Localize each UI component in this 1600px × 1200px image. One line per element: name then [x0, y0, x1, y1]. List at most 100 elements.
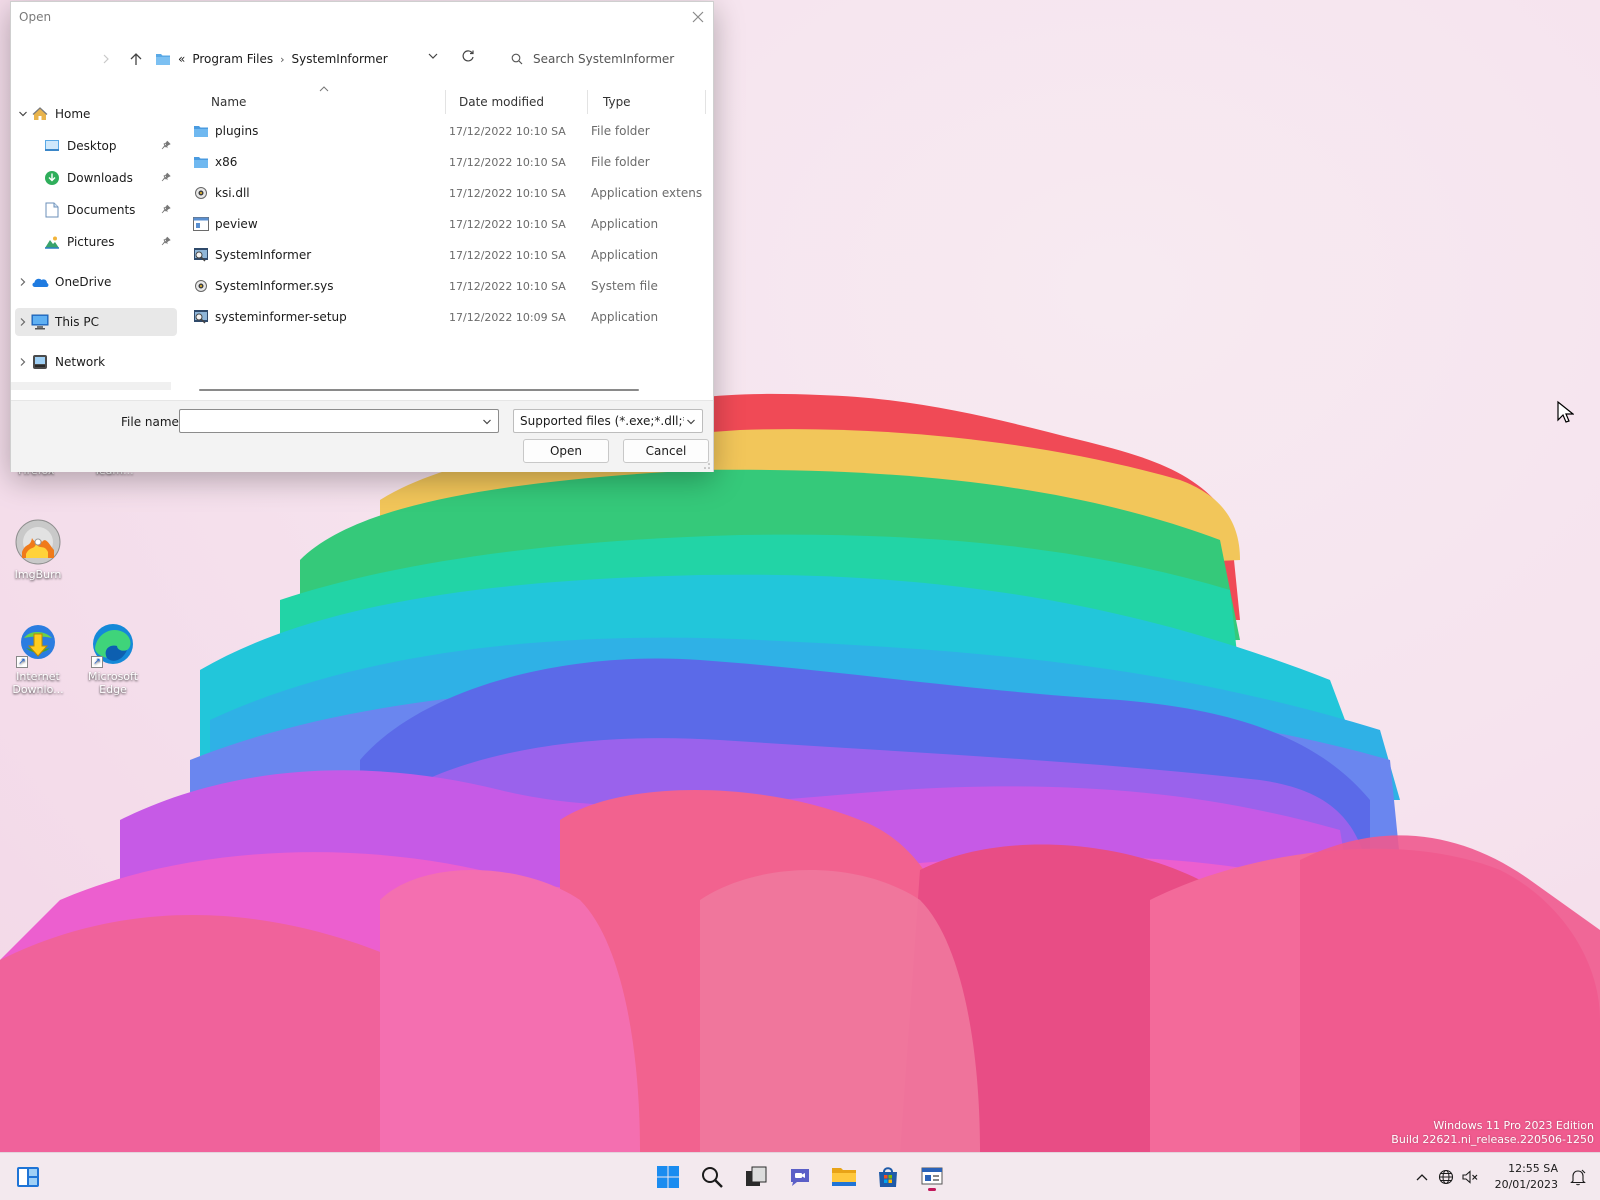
refresh-button[interactable] [461, 49, 475, 66]
file-explorer-icon [832, 1168, 856, 1186]
app-window-icon [193, 216, 209, 232]
file-row-plugins[interactable]: plugins 17/12/2022 10:10 SA File folder [183, 116, 703, 146]
running-indicator [928, 1188, 936, 1191]
column-header-type[interactable]: Type [603, 92, 631, 112]
chevron-up-icon [1416, 1174, 1428, 1181]
nav-item-documents[interactable]: Documents [15, 196, 177, 224]
horizontal-scrollbar[interactable] [199, 389, 639, 391]
nav-item-this-pc[interactable]: This PC [15, 308, 177, 336]
navigation-bar: « Program Files › SystemInformer [11, 42, 713, 76]
breadcrumb-systeminformer[interactable]: SystemInformer [292, 52, 388, 66]
file-name-combobox[interactable] [179, 409, 499, 433]
start-button[interactable] [652, 1161, 684, 1193]
search-icon [511, 53, 523, 65]
address-bar[interactable]: « Program Files › SystemInformer [155, 44, 453, 74]
file-row-systeminformer-sys[interactable]: SystemInformer.sys 17/12/2022 10:10 SA S… [183, 271, 703, 301]
chevron-right-icon[interactable] [15, 357, 31, 367]
microsoft-store-button[interactable] [872, 1161, 904, 1193]
nav-item-label: Network [55, 355, 106, 369]
chevron-down-icon [428, 53, 438, 59]
taskbar-clock[interactable]: 12:55 SA 20/01/2023 [1495, 1161, 1558, 1193]
system-informer-taskbar-button[interactable] [916, 1161, 948, 1193]
search-box[interactable] [511, 44, 707, 74]
home-icon [31, 105, 49, 123]
file-name: systeminformer-setup [215, 310, 347, 324]
taskbar-search-button[interactable] [696, 1161, 728, 1193]
nav-item-pictures[interactable]: Pictures [15, 228, 177, 256]
file-type-filter-value: Supported files (*.exe;*.dll;*.com [520, 414, 684, 428]
nav-item-onedrive[interactable]: OneDrive [15, 268, 177, 296]
file-type: Application [591, 248, 659, 262]
file-type: Application [591, 217, 659, 231]
system-informer-icon [921, 1167, 943, 1185]
chat-button[interactable] [784, 1161, 816, 1193]
open-button[interactable]: Open [523, 439, 609, 463]
column-divider[interactable] [587, 90, 588, 114]
chevron-down-icon [687, 419, 695, 425]
pin-icon[interactable] [161, 140, 171, 150]
file-row-systeminformer[interactable]: SystemInformer 17/12/2022 10:10 SA Appli… [183, 240, 703, 270]
file-row-systeminformer-setup[interactable]: systeminformer-setup 17/12/2022 10:09 SA… [183, 302, 703, 332]
file-row-x86[interactable]: x86 17/12/2022 10:10 SA File folder [183, 147, 703, 177]
nav-item-desktop[interactable]: Desktop [15, 132, 177, 160]
file-date: 17/12/2022 10:10 SA [449, 279, 566, 293]
sys-gear-icon [193, 278, 209, 294]
task-view-icon [746, 1166, 767, 1186]
desktop-icon-microsoft-edge[interactable]: ↗ Microsoft Edge [77, 620, 149, 696]
system-tray [1410, 1153, 1482, 1200]
forward-button[interactable] [95, 48, 117, 70]
nav-item-label: OneDrive [55, 275, 112, 289]
dialog-titlebar[interactable]: Open [11, 2, 713, 32]
address-history-dropdown[interactable] [427, 50, 439, 65]
breadcrumb-program-files[interactable]: Program Files [192, 52, 273, 66]
column-header-name[interactable]: Name [211, 92, 246, 112]
sort-ascending-icon [319, 86, 329, 92]
pin-icon[interactable] [161, 172, 171, 182]
address-overflow[interactable]: « [178, 52, 185, 66]
nav-item-home[interactable]: Home [15, 100, 177, 128]
widgets-button[interactable] [12, 1161, 44, 1193]
desktop-icon-imgburn[interactable]: ImgBurn [2, 518, 74, 581]
nav-item-label: Desktop [67, 139, 117, 153]
network-status-button[interactable] [1434, 1161, 1458, 1193]
resize-grip-icon[interactable] [702, 461, 710, 469]
chevron-down-icon[interactable] [15, 109, 31, 119]
column-divider[interactable] [445, 90, 446, 114]
watermark-edition: Windows 11 Pro 2023 Edition [1433, 1119, 1594, 1132]
pin-icon[interactable] [161, 204, 171, 214]
file-row-ksi-dll[interactable]: ksi.dll 17/12/2022 10:10 SA Application … [183, 178, 703, 208]
dialog-footer: File name: Supported files (*.exe;*.dll;… [11, 400, 713, 472]
folder-icon [156, 54, 170, 65]
desktop-icon-label: Internet Downlo... [12, 670, 64, 696]
task-view-button[interactable] [740, 1161, 772, 1193]
file-name: SystemInformer [215, 248, 312, 262]
nav-item-downloads[interactable]: Downloads [15, 164, 177, 192]
chevron-right-icon[interactable] [15, 277, 31, 287]
file-name: ksi.dll [215, 186, 250, 200]
shortcut-arrow-icon: ↗ [16, 656, 28, 668]
pin-icon[interactable] [161, 236, 171, 246]
up-button[interactable] [125, 48, 147, 70]
search-input[interactable] [533, 52, 693, 66]
close-icon [692, 11, 704, 23]
file-row-peview[interactable]: peview 17/12/2022 10:10 SA Application [183, 209, 703, 239]
file-list[interactable]: Name Date modified Type plugins 17/12/20… [183, 84, 713, 374]
file-explorer-button[interactable] [828, 1161, 860, 1193]
imgburn-icon [14, 518, 62, 566]
column-divider[interactable] [705, 90, 706, 114]
file-name-input[interactable] [180, 410, 470, 432]
desktop-icon-internet-download-manager[interactable]: ↗ Internet Downlo... [2, 620, 74, 696]
file-type-filter-select[interactable]: Supported files (*.exe;*.dll;*.com [513, 409, 703, 433]
show-hidden-icons-button[interactable] [1410, 1161, 1434, 1193]
chevron-down-icon[interactable] [482, 417, 492, 427]
notification-center-button[interactable] [1562, 1161, 1594, 1193]
column-header-date-modified[interactable]: Date modified [459, 92, 544, 112]
cancel-button[interactable]: Cancel [623, 439, 709, 463]
network-globe-icon [1438, 1169, 1454, 1185]
volume-button[interactable] [1458, 1161, 1482, 1193]
file-type: File folder [591, 155, 650, 169]
nav-item-network[interactable]: Network [15, 348, 177, 376]
open-file-dialog[interactable]: Open « Program Files › SystemInformer Se… [10, 1, 714, 472]
chevron-right-icon[interactable] [15, 317, 31, 327]
close-button[interactable] [683, 2, 713, 32]
